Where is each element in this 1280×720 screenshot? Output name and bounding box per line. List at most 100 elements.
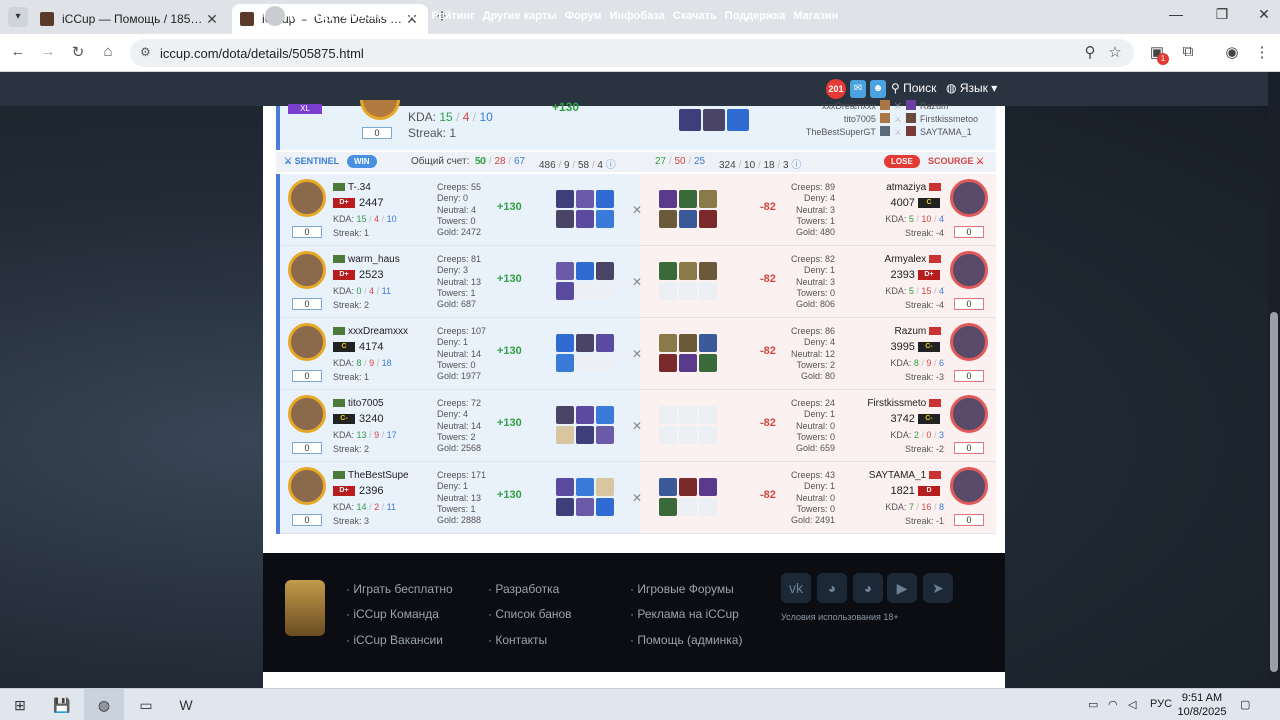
player-link[interactable]: TheBestSuperGT — [806, 126, 876, 139]
hero-avatar[interactable] — [950, 467, 988, 505]
item-icon[interactable] — [556, 282, 574, 300]
discord-icon[interactable]: ◕ — [817, 573, 847, 603]
player-name-link[interactable]: Armyalex — [885, 254, 944, 265]
item-icon[interactable] — [576, 334, 594, 352]
footer-link-team[interactable]: · iCCup Команда — [346, 607, 439, 621]
wifi-icon[interactable]: ◠ — [1108, 698, 1118, 711]
tab-help[interactable]: iCCup — Помощь / 1858226 ✕ — [32, 4, 228, 34]
save-app-icon[interactable]: 💾 — [42, 689, 82, 720]
maximize-button[interactable]: ❐ — [1208, 6, 1236, 23]
item-icon[interactable] — [576, 190, 594, 208]
footer-link-forums[interactable]: · Игровые Форумы — [630, 582, 734, 596]
hero-avatar[interactable] — [288, 395, 326, 433]
nav-language[interactable]: ◍ Язык ▾ — [946, 81, 997, 95]
nav-search[interactable]: ⚲ Поиск — [891, 81, 936, 95]
item-icon[interactable] — [556, 190, 574, 208]
item-icon[interactable] — [576, 210, 594, 228]
item-icon[interactable] — [699, 478, 717, 496]
item-icon[interactable] — [699, 262, 717, 280]
info-icon[interactable]: ⓘ — [791, 160, 801, 171]
item-icon[interactable] — [699, 334, 717, 352]
item-icon[interactable] — [659, 354, 677, 372]
hero-avatar[interactable] — [950, 179, 988, 217]
item-icon[interactable] — [576, 426, 594, 444]
item-icon[interactable] — [659, 334, 677, 352]
profile-icon[interactable]: ☻ — [870, 80, 886, 98]
player-name-link[interactable]: tito7005 — [333, 398, 384, 409]
telegram-icon[interactable]: ➤ — [923, 573, 953, 603]
menu-rating[interactable]: Рейтинг — [431, 10, 474, 22]
footer-link-vacancies[interactable]: · iCCup Вакансии — [346, 633, 443, 647]
notifications-badge[interactable]: 201 — [826, 79, 846, 99]
minimize-button[interactable]: — — [1162, 6, 1190, 22]
item-icon[interactable] — [596, 190, 614, 208]
menu-infobase[interactable]: Инфобаза — [610, 10, 665, 22]
home-button[interactable]: ⌂ — [98, 43, 118, 60]
item-icon[interactable] — [679, 190, 697, 208]
site-info-icon[interactable]: ⚙ — [140, 45, 151, 59]
item-icon[interactable] — [556, 406, 574, 424]
item-icon[interactable] — [679, 334, 697, 352]
item-icon[interactable] — [576, 262, 594, 280]
youtube-icon[interactable]: ▶ — [887, 573, 917, 603]
address-bar[interactable]: ⚙ iccup.com/dota/details/505875.html — [130, 39, 1134, 67]
footer-link-contacts[interactable]: · Контакты — [488, 633, 547, 647]
item-icon[interactable] — [659, 210, 677, 228]
item-icon[interactable] — [699, 210, 717, 228]
item-icon[interactable] — [556, 498, 574, 516]
reload-button[interactable]: ↻ — [68, 43, 88, 61]
item-icon[interactable] — [679, 109, 701, 131]
extensions-puzzle-icon[interactable]: ⧉ — [1178, 43, 1198, 60]
input-language[interactable]: РУС — [1150, 698, 1172, 710]
menu-download[interactable]: Скачать — [673, 10, 717, 22]
chrome-app-icon[interactable]: ◍ — [84, 689, 124, 720]
item-icon[interactable] — [727, 109, 749, 131]
player-name-link[interactable]: Razum — [895, 326, 944, 337]
player-link[interactable]: Firstkissmetoo — [920, 113, 1000, 126]
hero-avatar[interactable] — [950, 395, 988, 433]
player-link[interactable]: SAYTAMA_1 — [920, 126, 1000, 139]
menu-support[interactable]: Поддержка — [725, 10, 786, 22]
clock[interactable]: 9:51 AM 10/8/2025 — [1176, 691, 1228, 719]
vk-icon[interactable]: vk — [781, 573, 811, 603]
item-icon[interactable] — [596, 478, 614, 496]
item-icon[interactable] — [576, 498, 594, 516]
menu-shop[interactable]: Магазин — [793, 10, 838, 22]
item-icon[interactable] — [659, 190, 677, 208]
item-icon[interactable] — [659, 478, 677, 496]
item-icon[interactable] — [679, 210, 697, 228]
hero-avatar[interactable] — [288, 323, 326, 361]
player-link[interactable]: tito7005 — [844, 113, 876, 126]
player-name-link[interactable]: xxxDreamxxx — [333, 326, 408, 337]
footer-link-development[interactable]: · Разработка — [488, 582, 559, 596]
footer-link-banlist[interactable]: · Список банов — [488, 607, 572, 621]
zoom-icon[interactable]: ⚲ — [1080, 43, 1100, 61]
item-icon[interactable] — [576, 478, 594, 496]
messages-icon[interactable]: ✉ — [850, 80, 866, 98]
hero-avatar[interactable] — [288, 467, 326, 505]
forward-button[interactable]: → — [38, 43, 58, 60]
scrollbar-thumb[interactable] — [1270, 312, 1278, 672]
item-icon[interactable] — [576, 406, 594, 424]
menu-dota[interactable]: DotA — [397, 10, 423, 22]
footer-link-play-free[interactable]: · Играть бесплатно — [346, 582, 453, 596]
hero-avatar[interactable] — [288, 251, 326, 289]
item-icon[interactable] — [556, 210, 574, 228]
item-icon[interactable] — [659, 262, 677, 280]
hero-avatar[interactable] — [950, 323, 988, 361]
menu-other-maps[interactable]: Другие карты — [483, 10, 557, 22]
item-icon[interactable] — [703, 109, 725, 131]
item-icon[interactable] — [596, 498, 614, 516]
player-name-link[interactable]: TheBestSupe — [333, 470, 409, 481]
menu-forum[interactable]: Форум — [565, 10, 602, 22]
player-name-link[interactable]: SAYTAMA_1 — [869, 470, 944, 481]
player-name-link[interactable]: T-.34 — [333, 182, 371, 193]
word-app-icon[interactable]: W — [166, 689, 206, 720]
player-link[interactable]: xxxDreamxxx — [822, 100, 876, 113]
footer-link-ads[interactable]: · Реклама на iCCup — [630, 607, 739, 621]
terms-link[interactable]: Условия использования 18+ — [781, 612, 899, 622]
menu-news[interactable]: Новости — [343, 10, 389, 22]
item-icon[interactable] — [679, 478, 697, 496]
player-name-link[interactable]: atmaziya — [886, 182, 944, 193]
item-icon[interactable] — [699, 190, 717, 208]
